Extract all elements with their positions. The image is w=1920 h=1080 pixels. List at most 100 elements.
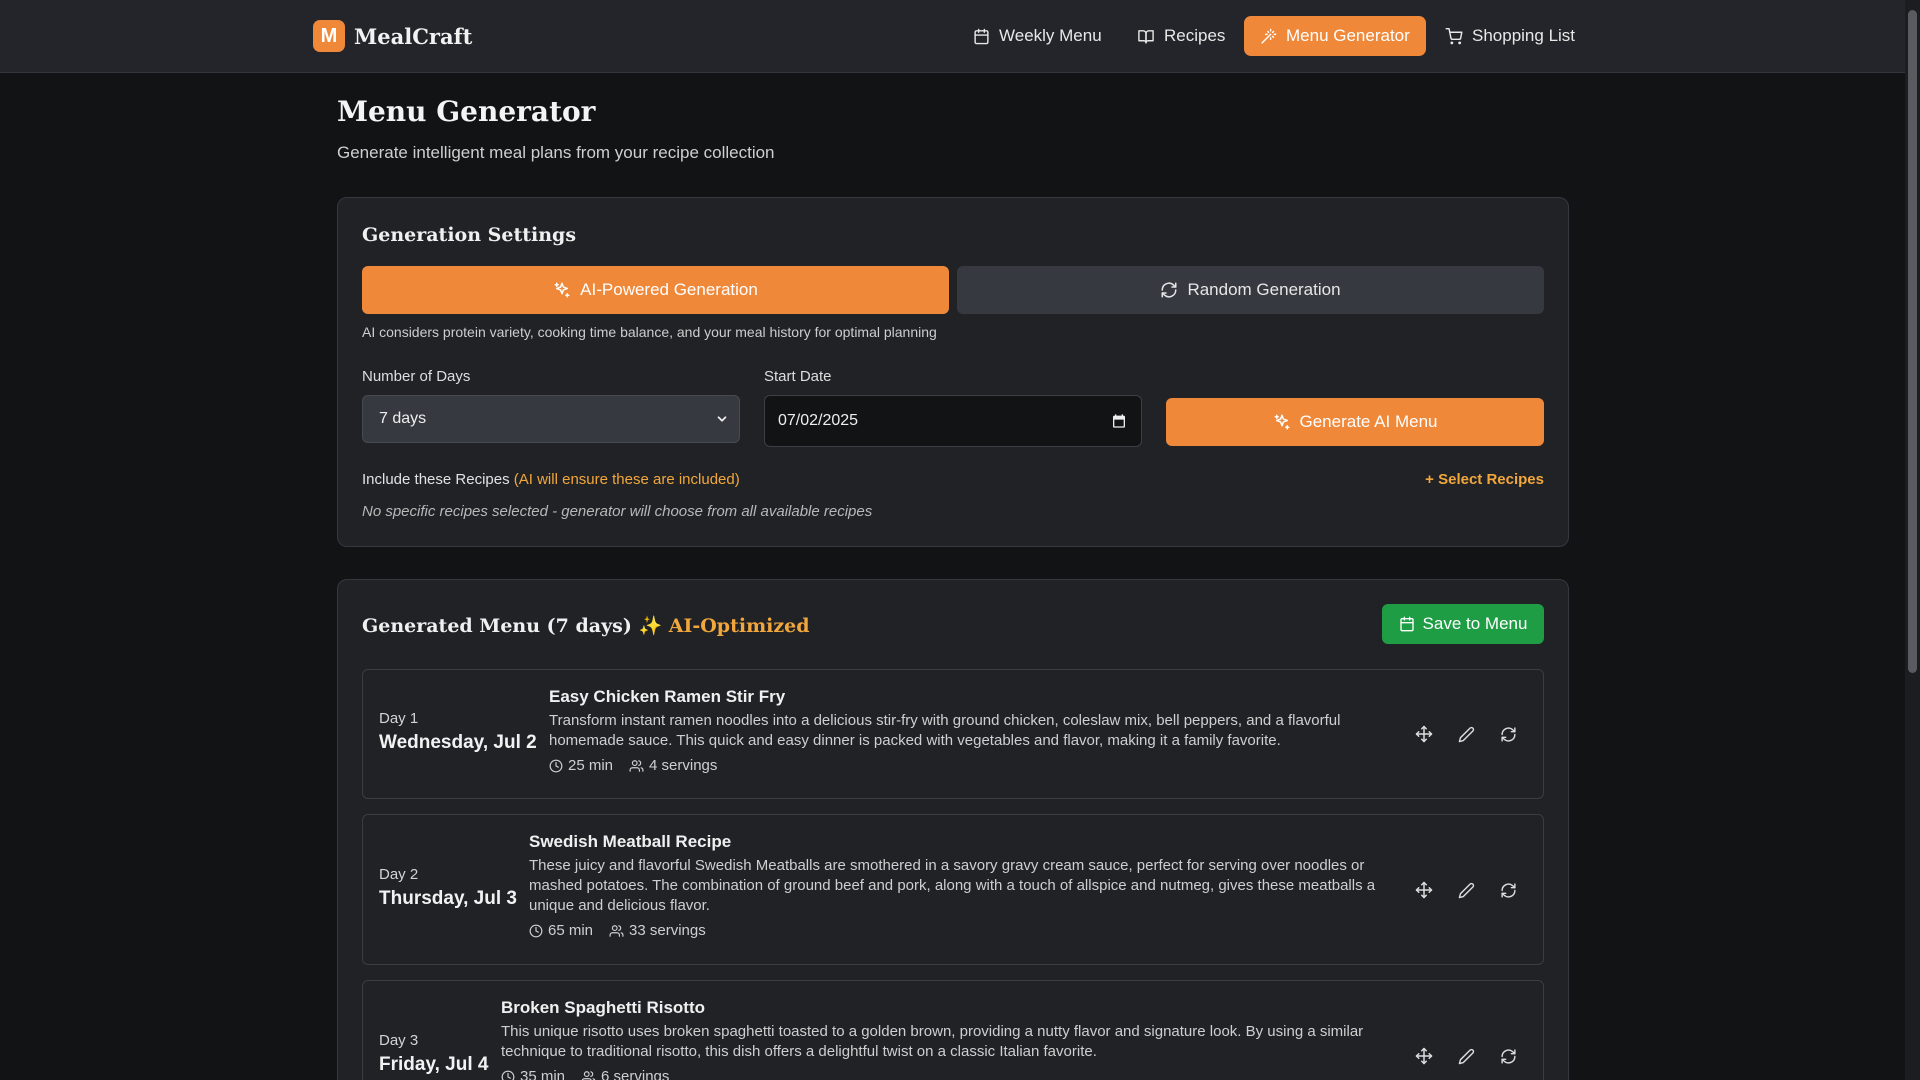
select-recipes-link[interactable]: + Select Recipes — [1425, 471, 1544, 488]
day-number: Day 1 — [379, 710, 419, 727]
generated-menu-heading: Generated Menu (7 days) ✨ AI-Optimized — [362, 614, 810, 637]
recipe-title[interactable]: Swedish Meatball Recipe — [529, 832, 1378, 852]
servings-value: 33 servings — [629, 922, 706, 939]
menu-day-row[interactable]: Day 2 Thursday, Jul 3 Swedish Meatball R… — [362, 814, 1544, 965]
save-to-menu-button[interactable]: Save to Menu — [1382, 604, 1544, 644]
servings-value: 4 servings — [649, 757, 718, 774]
start-date-input[interactable]: 07/02/2025 — [764, 395, 1142, 447]
move-icon[interactable] — [1413, 879, 1435, 901]
nav-item-label: Menu Generator — [1286, 26, 1410, 45]
page-scrollbar[interactable] — [1905, 0, 1920, 1080]
nav-item-shopping-list[interactable]: Shopping List — [1429, 16, 1591, 56]
ai-mode-description: AI considers protein variety, cooking ti… — [362, 324, 937, 340]
day-date: Wednesday, Jul 2 — [379, 732, 537, 753]
random-generation-mode-button[interactable]: Random Generation — [957, 266, 1544, 314]
servings: 4 servings — [629, 757, 717, 774]
recipe-description: This unique risotto uses broken spaghett… — [501, 1023, 1364, 1060]
recipe-summary: Broken Spaghetti Risotto This unique ris… — [501, 998, 1378, 1080]
calendar-icon — [1399, 616, 1415, 632]
book-icon — [1137, 28, 1155, 45]
servings: 6 servings — [581, 1068, 669, 1080]
generate-ai-menu-button[interactable]: Generate AI Menu — [1166, 398, 1544, 446]
nav-item-label: Shopping List — [1472, 26, 1576, 45]
menu-day-row[interactable]: Day 1 Wednesday, Jul 2 Easy Chicken Rame… — [362, 669, 1544, 799]
clock-icon — [501, 1070, 515, 1080]
nav-item-label: Weekly Menu — [999, 26, 1102, 45]
cook-time-value: 65 min — [548, 922, 594, 939]
day-date: Thursday, Jul 3 — [379, 888, 517, 909]
days-select-value: 7 days — [379, 410, 427, 427]
row-actions — [1393, 723, 1519, 745]
page-title: Menu Generator — [337, 95, 596, 128]
cook-time-value: 35 min — [520, 1068, 566, 1080]
include-recipes-label: Include these Recipes (AI will ensure th… — [362, 471, 740, 488]
recipe-summary: Easy Chicken Ramen Stir Fry Transform in… — [549, 687, 1378, 774]
move-icon[interactable] — [1413, 1045, 1435, 1067]
cook-time: 25 min — [549, 757, 613, 774]
scrollbar-thumb[interactable] — [1908, 10, 1917, 673]
calendar-icon — [973, 28, 990, 45]
recipe-meta: 65 min 33 servings — [529, 922, 1378, 939]
no-recipes-message: No specific recipes selected - generator… — [362, 503, 873, 520]
regenerate-icon[interactable] — [1497, 723, 1519, 745]
day-info: Day 3 Friday, Jul 4 — [379, 1032, 488, 1076]
edit-pencil-icon[interactable] — [1455, 723, 1477, 745]
include-hint: (AI will ensure these are included) — [513, 471, 740, 488]
regenerate-icon[interactable] — [1497, 1045, 1519, 1067]
main-nav: Weekly Menu Recipes Menu Generator Shopp… — [0, 16, 1905, 56]
recipe-meta: 35 min 6 servings — [501, 1068, 1378, 1080]
nav-item-weekly-menu[interactable]: Weekly Menu — [957, 16, 1118, 56]
save-button-label: Save to Menu — [1422, 614, 1528, 633]
nav-item-label: Recipes — [1164, 26, 1226, 45]
generate-button-label: Generate AI Menu — [1299, 412, 1438, 431]
menu-heading-text: Generated Menu (7 days) — [362, 615, 632, 637]
recipe-summary: Swedish Meatball Recipe These juicy and … — [529, 832, 1378, 939]
nav-item-recipes[interactable]: Recipes — [1121, 16, 1241, 56]
servings: 33 servings — [609, 922, 706, 939]
include-label-text: Include these Recipes — [362, 471, 510, 488]
page-subtitle: Generate intelligent meal plans from you… — [337, 143, 775, 162]
cook-time-value: 25 min — [568, 757, 614, 774]
recipe-title[interactable]: Broken Spaghetti Risotto — [501, 998, 1378, 1018]
menu-day-row[interactable]: Day 3 Friday, Jul 4 Broken Spaghetti Ris… — [362, 980, 1544, 1080]
sparkles-icon — [1273, 413, 1291, 431]
calendar-picker-icon[interactable] — [1111, 413, 1127, 434]
magic-wand-icon — [1260, 28, 1277, 45]
chevron-down-icon — [715, 412, 729, 431]
day-number: Day 2 — [379, 866, 419, 883]
cart-icon — [1445, 27, 1463, 45]
start-date-value: 07/02/2025 — [778, 412, 859, 429]
recipe-title[interactable]: Easy Chicken Ramen Stir Fry — [549, 687, 1378, 707]
refresh-icon — [1160, 281, 1178, 299]
ai-optimized-badge: ✨ AI-Optimized — [638, 615, 810, 637]
start-date-label: Start Date — [764, 368, 832, 385]
days-label: Number of Days — [362, 368, 471, 385]
random-mode-label: Random Generation — [1187, 280, 1341, 299]
day-info: Day 1 Wednesday, Jul 2 — [379, 710, 537, 754]
generated-menu-card: Generated Menu (7 days) ✨ AI-Optimized S… — [337, 579, 1569, 1080]
days-select[interactable]: 7 days — [362, 395, 740, 443]
ai-generation-mode-button[interactable]: AI-Powered Generation — [362, 266, 949, 314]
sparkles-icon — [553, 281, 571, 299]
row-actions — [1393, 1045, 1519, 1067]
edit-pencil-icon[interactable] — [1455, 879, 1477, 901]
day-number: Day 3 — [379, 1032, 419, 1049]
top-navigation-bar: M MealCraft Weekly Menu Recipes Menu Gen… — [0, 0, 1905, 73]
clock-icon — [549, 759, 563, 773]
users-icon — [609, 924, 624, 938]
regenerate-icon[interactable] — [1497, 879, 1519, 901]
settings-heading: Generation Settings — [362, 224, 577, 246]
servings-value: 6 servings — [601, 1068, 670, 1080]
generation-settings-card: Generation Settings AI-Powered Generatio… — [337, 197, 1569, 547]
edit-pencil-icon[interactable] — [1455, 1045, 1477, 1067]
cook-time: 35 min — [501, 1068, 565, 1080]
nav-item-menu-generator[interactable]: Menu Generator — [1244, 16, 1426, 56]
recipe-meta: 25 min 4 servings — [549, 757, 1378, 774]
users-icon — [629, 759, 644, 773]
move-icon[interactable] — [1413, 723, 1435, 745]
day-info: Day 2 Thursday, Jul 3 — [379, 866, 517, 910]
day-date: Friday, Jul 4 — [379, 1054, 489, 1075]
cook-time: 65 min — [529, 922, 593, 939]
ai-mode-label: AI-Powered Generation — [580, 280, 758, 299]
recipe-description: Transform instant ramen noodles into a d… — [549, 712, 1341, 749]
